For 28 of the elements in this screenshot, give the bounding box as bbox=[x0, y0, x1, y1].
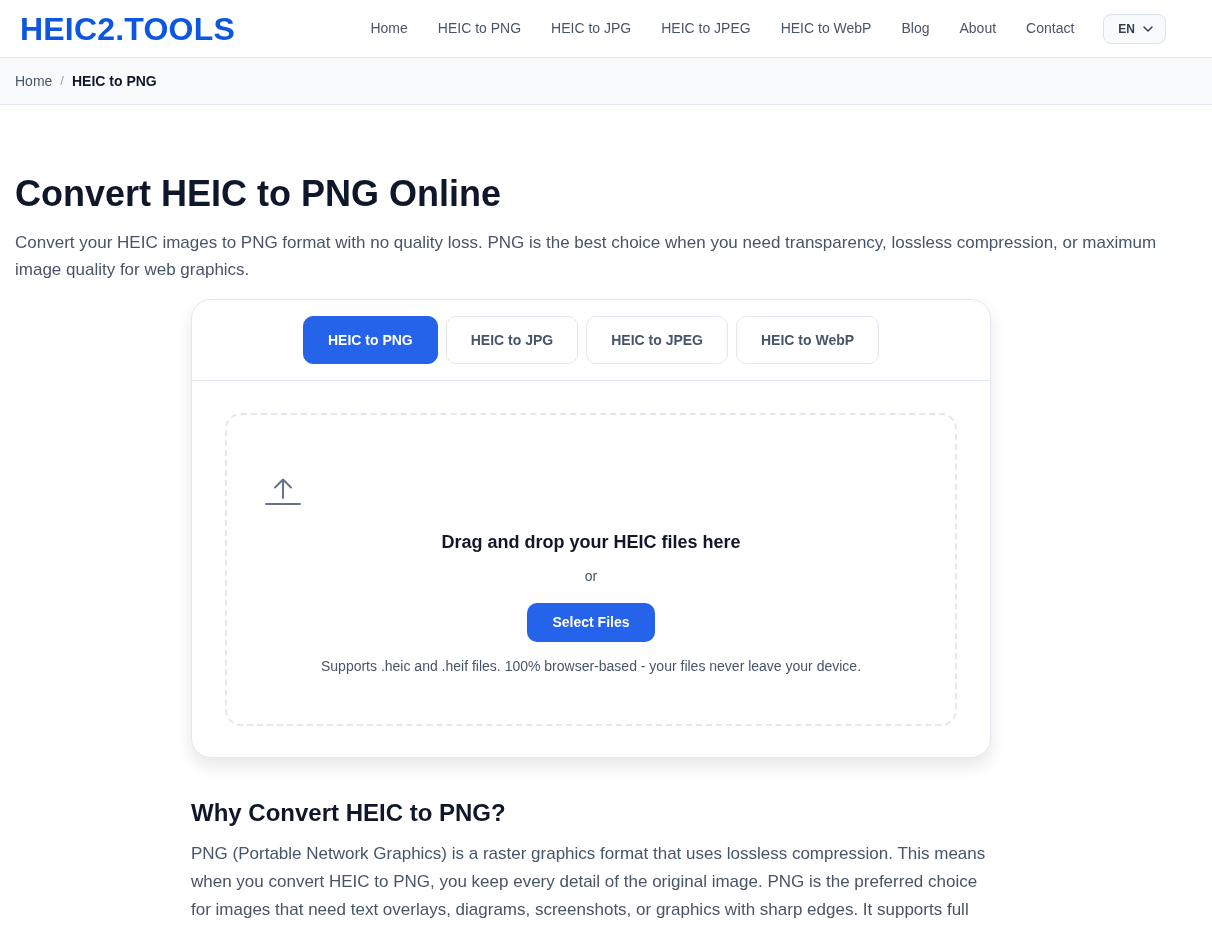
nav-link[interactable]: HEIC to JPEG bbox=[646, 12, 766, 45]
nav-link[interactable]: HEIC to WebP bbox=[765, 12, 887, 45]
or-separator-text: or bbox=[583, 567, 599, 587]
nav-link[interactable]: About bbox=[944, 12, 1012, 45]
nav-link[interactable]: HEIC to PNG bbox=[422, 12, 537, 45]
site-logo[interactable]: HEIC2.TOOLS bbox=[20, 12, 235, 45]
converter-tab[interactable]: HEIC to JPEG bbox=[586, 316, 728, 365]
file-drop-zone[interactable]: Drag and drop your HEIC files here or Select Files Supports .heic and .heif files. 100% browser-based - your files never leave your device. bbox=[225, 413, 957, 727]
nav-link[interactable]: Home bbox=[355, 12, 423, 45]
nav-link[interactable]: HEIC to JPG bbox=[536, 12, 647, 45]
upload-icon bbox=[265, 478, 301, 506]
converter-tab[interactable]: HEIC to WebP bbox=[736, 316, 880, 365]
nav-link[interactable]: Blog bbox=[886, 12, 945, 45]
converter-tab[interactable]: HEIC to JPG bbox=[445, 316, 579, 365]
language-selector[interactable]: EN bbox=[1103, 13, 1166, 44]
chevron-down-icon bbox=[1143, 25, 1153, 32]
converter-tab[interactable]: HEIC to PNG bbox=[302, 316, 438, 365]
drop-zone-heading: Drag and drop your HEIC files here bbox=[440, 531, 742, 555]
intro-paragraph: Convert your HEIC images to PNG format with no quality loss. PNG is the best choice when you need transparency, lossless compression, or maximum image quality for web graphics. bbox=[15, 232, 1158, 282]
breadcrumb-separator: / bbox=[60, 72, 64, 91]
select-files-button[interactable]: Select Files bbox=[527, 603, 655, 643]
breadcrumb-link[interactable]: Home bbox=[15, 70, 53, 92]
section-paragraph: PNG (Portable Network Graphics) is a raster graphics format that uses lossless compression. This means when you convert HEIC to PNG, you keep every detail of the original image. PNG is the preferred choice for images that need text overlays, diagrams, screenshots, or graphics with sharp edges. It supports full bbox=[191, 843, 987, 921]
section-heading: Why Convert HEIC to PNG? bbox=[191, 799, 507, 828]
supported-formats-note: Supports .heic and .heif files. 100% browser-based - your files never leave your device. bbox=[319, 657, 863, 677]
page-title: Convert HEIC to PNG Online bbox=[15, 172, 503, 216]
nav-link[interactable]: Contact bbox=[1011, 12, 1090, 45]
breadcrumb-current-page: HEIC to PNG bbox=[72, 71, 157, 91]
